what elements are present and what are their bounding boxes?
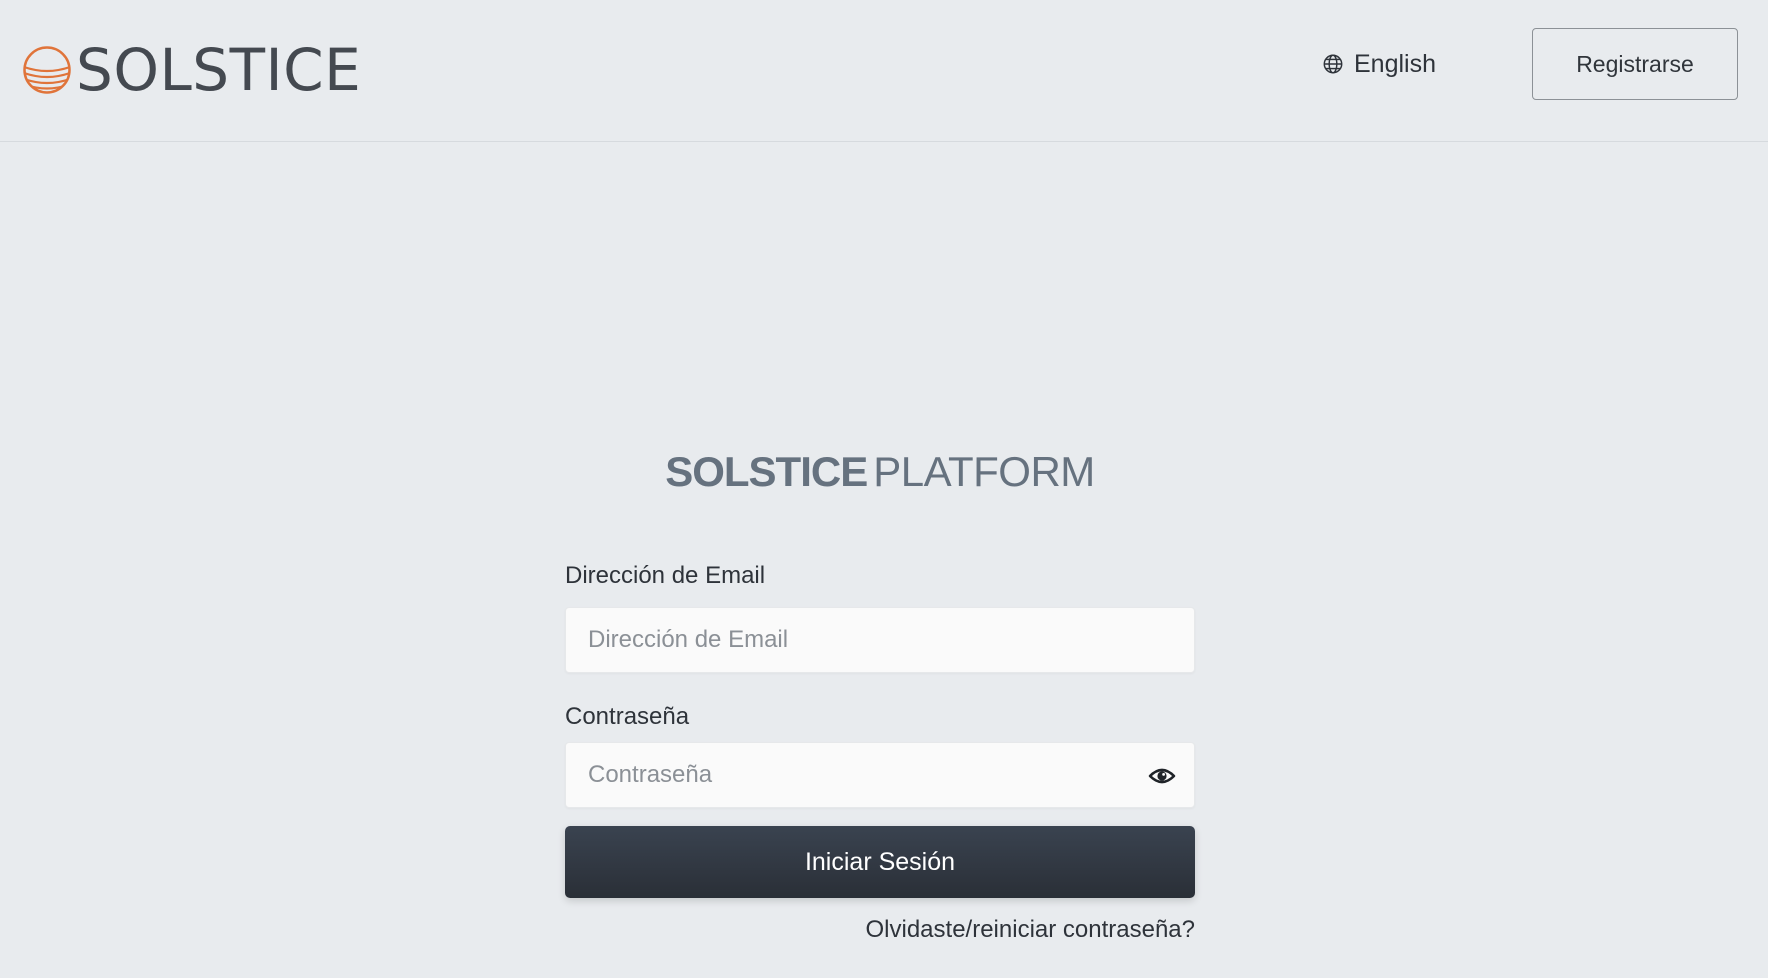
email-field-wrapper (565, 607, 1195, 673)
platform-title: SOLSTICE PLATFORM (0, 444, 1760, 500)
forgot-password-link[interactable]: Olvidaste/reiniciar contraseña? (866, 916, 1196, 944)
top-bar: SOLSTICE English Registrarse (0, 0, 1768, 142)
platform-title-bold: SOLSTICE (665, 448, 868, 495)
eye-icon[interactable] (1148, 762, 1176, 790)
solstice-logo-icon (23, 46, 71, 94)
email-label: Dirección de Email (565, 562, 766, 589)
globe-icon (1323, 54, 1343, 74)
language-label: English (1354, 49, 1436, 78)
brand-name: SOLSTICE (76, 36, 362, 104)
platform-title-light: PLATFORM (873, 448, 1095, 495)
brand-logo[interactable]: SOLSTICE (22, 38, 361, 102)
password-label: Contraseña (565, 703, 690, 730)
password-input[interactable] (566, 743, 1194, 807)
language-selector[interactable]: English (1322, 46, 1436, 82)
email-input[interactable] (566, 608, 1194, 672)
register-button[interactable]: Registrarse (1532, 28, 1738, 100)
password-field-wrapper (565, 742, 1195, 808)
login-button[interactable]: Iniciar Sesión (565, 826, 1195, 898)
